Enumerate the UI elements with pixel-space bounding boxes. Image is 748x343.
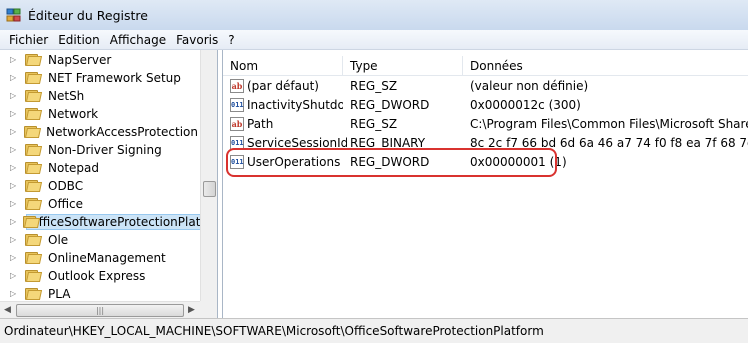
tree-item[interactable]: ▷ Network <box>0 105 200 123</box>
tree-item-label: NapServer <box>48 53 112 67</box>
expand-arrow-icon[interactable]: ▷ <box>10 110 18 118</box>
expand-arrow-icon[interactable]: ▷ <box>10 164 18 172</box>
tree-item[interactable]: ▷ Non-Driver Signing <box>0 141 200 159</box>
values-pane: Nom Type Données ab (par défaut) REG_SZ … <box>222 50 748 318</box>
value-row[interactable]: ab (par défaut) REG_SZ (valeur non défin… <box>223 77 748 96</box>
value-row[interactable]: 011 InactivityShutdo... REG_DWORD 0x0000… <box>223 96 748 115</box>
tree-item-label: PLA <box>48 287 71 301</box>
scrollbar-thumb[interactable] <box>203 181 216 197</box>
expand-arrow-icon[interactable]: ▷ <box>10 254 18 262</box>
tree-item[interactable]: ▷ Office <box>0 195 200 213</box>
string-value-icon: ab <box>230 117 244 131</box>
tree-item-label: Network <box>48 107 99 121</box>
expand-arrow-icon[interactable]: ▷ <box>10 200 18 208</box>
binary-value-icon: 011 <box>230 98 244 112</box>
expand-arrow-icon[interactable]: ▷ <box>10 272 18 280</box>
expand-arrow-icon[interactable]: ▷ <box>10 74 18 82</box>
key-tree: ▷ NapServer ▷ NET Framework Setup ▷ NetSh ▷… <box>0 50 218 318</box>
folder-icon <box>24 287 43 301</box>
tree-item[interactable]: ▷ Ole <box>0 231 200 249</box>
value-name: InactivityShutdo... <box>247 98 343 112</box>
window-title: Éditeur du Registre <box>28 7 148 23</box>
tree-item[interactable]: ▷ Outlook Express <box>0 267 200 285</box>
column-header-type[interactable]: Type <box>343 56 463 76</box>
scroll-right-icon[interactable]: ▶ <box>188 305 195 315</box>
folder-icon <box>24 269 43 283</box>
tree-item[interactable]: ▷ ODBC <box>0 177 200 195</box>
menu-edition[interactable]: Edition <box>53 33 105 47</box>
column-header-data[interactable]: Données <box>463 56 748 76</box>
expand-arrow-icon[interactable]: ▷ <box>10 218 16 226</box>
value-type: REG_SZ <box>350 117 398 131</box>
title-bar: Éditeur du Registre <box>0 0 748 30</box>
highlight-annotation <box>226 148 557 177</box>
folder-icon <box>24 251 43 265</box>
tree-item[interactable]: ▷ NET Framework Setup <box>0 69 200 87</box>
status-bar-path: Ordinateur\HKEY_LOCAL_MACHINE\SOFTWARE\M… <box>0 318 748 343</box>
tree-item-label: OfficeSoftwareProtectionPlatf <box>26 214 208 230</box>
menu-fichier[interactable]: Fichier <box>4 33 53 47</box>
value-name: Path <box>247 117 274 131</box>
column-headers: Nom Type Données <box>223 56 748 76</box>
folder-icon <box>24 71 43 85</box>
scrollbar-thumb[interactable]: ||| <box>16 304 184 317</box>
tree-item-label: NetworkAccessProtection <box>46 125 198 139</box>
expand-arrow-icon[interactable]: ▷ <box>10 56 18 64</box>
value-data: C:\Program Files\Common Files\Microsoft … <box>470 117 748 131</box>
folder-icon <box>24 197 43 211</box>
value-type: REG_DWORD <box>350 98 430 112</box>
registry-editor-icon <box>6 8 21 22</box>
tree-item[interactable]: ▷ OnlineManagement <box>0 249 200 267</box>
menu-help[interactable]: ? <box>223 33 239 47</box>
tree-item[interactable]: ▷ NapServer <box>0 51 200 69</box>
folder-icon <box>24 53 43 67</box>
column-header-name[interactable]: Nom <box>223 56 343 76</box>
expand-arrow-icon[interactable]: ▷ <box>10 92 18 100</box>
tree-item-label: Notepad <box>48 161 99 175</box>
tree-item-label: NET Framework Setup <box>48 71 181 85</box>
folder-icon <box>24 233 43 247</box>
folder-icon <box>24 143 43 157</box>
tree-item-label: ODBC <box>48 179 84 193</box>
string-value-icon: ab <box>230 79 244 93</box>
tree-horizontal-scrollbar[interactable]: ◀ ||| ▶ <box>0 301 200 318</box>
tree-item[interactable]: ▷ NetworkAccessProtection <box>0 123 200 141</box>
folder-icon <box>23 125 42 139</box>
expand-arrow-icon[interactable]: ▷ <box>10 146 18 154</box>
menu-affichage[interactable]: Affichage <box>105 33 171 47</box>
tree-vertical-scrollbar[interactable] <box>200 50 217 301</box>
folder-icon <box>24 179 43 193</box>
expand-arrow-icon[interactable]: ▷ <box>10 236 18 244</box>
value-name: (par défaut) <box>247 79 319 93</box>
tree-item-label: OnlineManagement <box>48 251 166 265</box>
tree-item[interactable]: ▷ NetSh <box>0 87 200 105</box>
tree-item-label: Outlook Express <box>48 269 146 283</box>
tree-item[interactable]: ▷ Notepad <box>0 159 200 177</box>
value-type: REG_SZ <box>350 79 398 93</box>
tree-item-label: Office <box>48 197 84 211</box>
scrollbar-corner <box>200 301 217 318</box>
tree-item-label: Ole <box>48 233 69 247</box>
value-row[interactable]: ab Path REG_SZ C:\Program Files\Common F… <box>223 115 748 134</box>
expand-arrow-icon[interactable]: ▷ <box>10 182 18 190</box>
scroll-left-icon[interactable]: ◀ <box>4 305 11 315</box>
menu-favoris[interactable]: Favoris <box>171 33 223 47</box>
value-data: 0x0000012c (300) <box>470 98 581 112</box>
expand-arrow-icon[interactable]: ▷ <box>10 290 18 298</box>
menu-bar: Fichier Edition Affichage Favoris ? <box>0 30 748 50</box>
tree-item-selected[interactable]: ▷ OfficeSoftwareProtectionPlatf <box>0 213 208 231</box>
folder-icon <box>24 89 43 103</box>
folder-icon <box>24 107 43 121</box>
value-data: (valeur non définie) <box>470 79 589 93</box>
folder-icon <box>24 161 43 175</box>
tree-item-label: Non-Driver Signing <box>48 143 162 157</box>
expand-arrow-icon[interactable]: ▷ <box>10 128 17 136</box>
tree-item-label: NetSh <box>48 89 85 103</box>
